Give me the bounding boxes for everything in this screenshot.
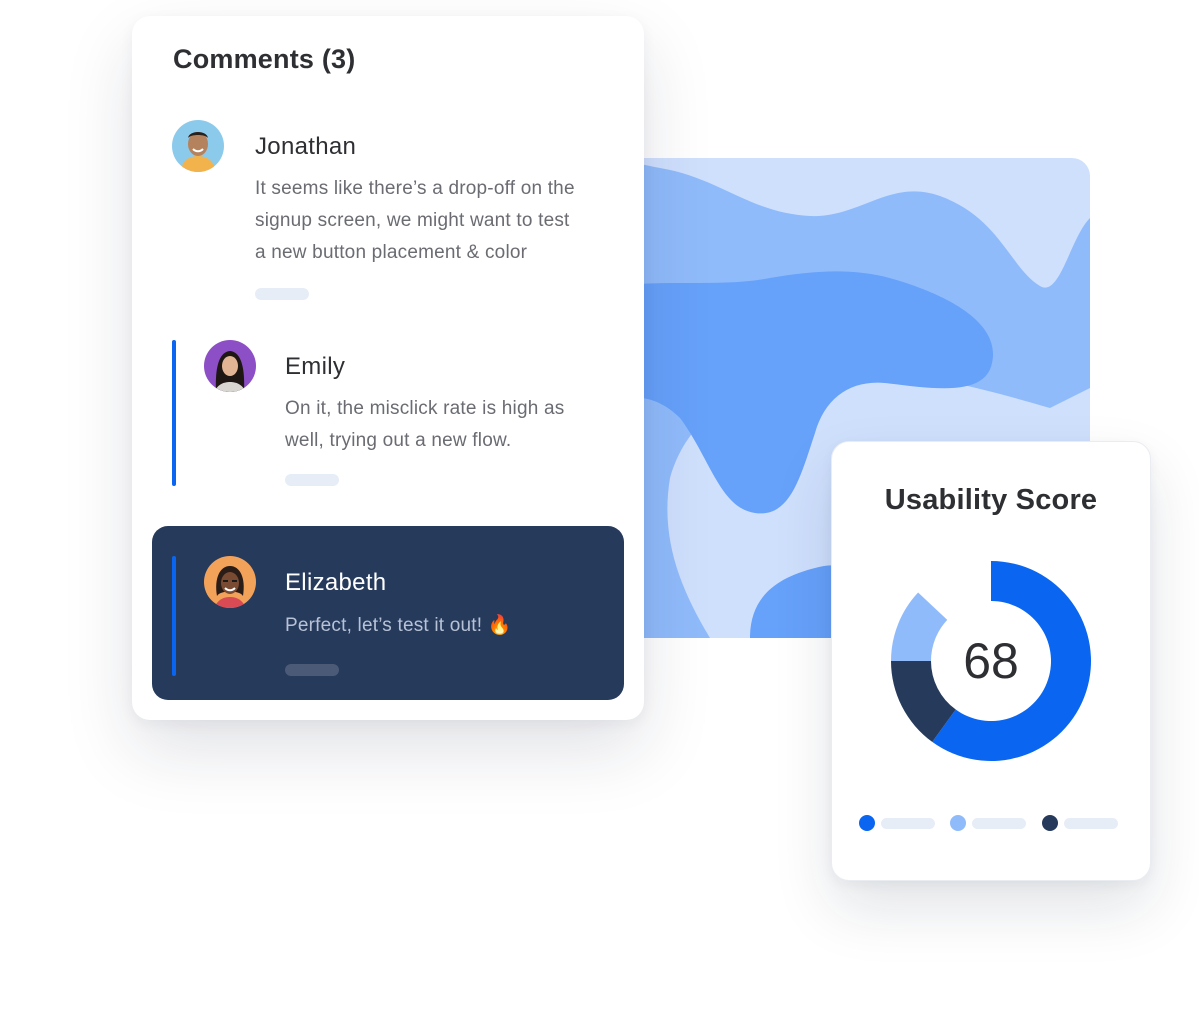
reply-placeholder[interactable] [285,474,339,486]
comments-title: Comments (3) [173,44,356,74]
comment-text-line: signup screen, we might want to test [255,210,570,231]
comment-text-elizabeth: Perfect, let’s test it out! 🔥 [285,610,512,642]
comment-text-line: a new button placement & color [255,242,528,263]
comment-text-jonathan: It seems like there’s a drop-off on the … [255,173,575,269]
comment-text-emily: On it, the misclick rate is high as well… [285,393,564,457]
usability-score-title: Usability Score [884,484,1098,516]
avatar-elizabeth[interactable] [204,556,256,608]
legend-label-placeholder [881,818,935,829]
comment-text-line: It seems like there’s a drop-off on the [255,178,575,199]
reply-placeholder[interactable] [285,664,339,676]
comment-author-emily: Emily [285,353,346,380]
thread-line [172,340,176,486]
legend-label-placeholder [972,818,1026,829]
comment-text-line: Perfect, let’s test it out! 🔥 [285,615,512,636]
comment-author-elizabeth: Elizabeth [285,569,387,596]
avatar-emily[interactable] [204,340,256,392]
legend-dot-icon [950,815,966,831]
comment-author-jonathan: Jonathan [255,133,357,160]
usability-score-value: 68 [963,633,1019,689]
comments-card: Comments (3) Jonathan It seems like ther… [132,16,644,720]
comment-text-line: On it, the misclick rate is high as [285,398,565,419]
legend-dot-icon [859,815,875,831]
usability-score-card: Usability Score 68 [831,441,1151,881]
reply-placeholder[interactable] [255,288,309,300]
legend-label-placeholder [1064,818,1118,829]
legend-dot-icon [1042,815,1058,831]
avatar-jonathan[interactable] [172,120,224,172]
thread-line [172,556,176,676]
comment-text-line: well, trying out a new flow. [285,430,512,451]
